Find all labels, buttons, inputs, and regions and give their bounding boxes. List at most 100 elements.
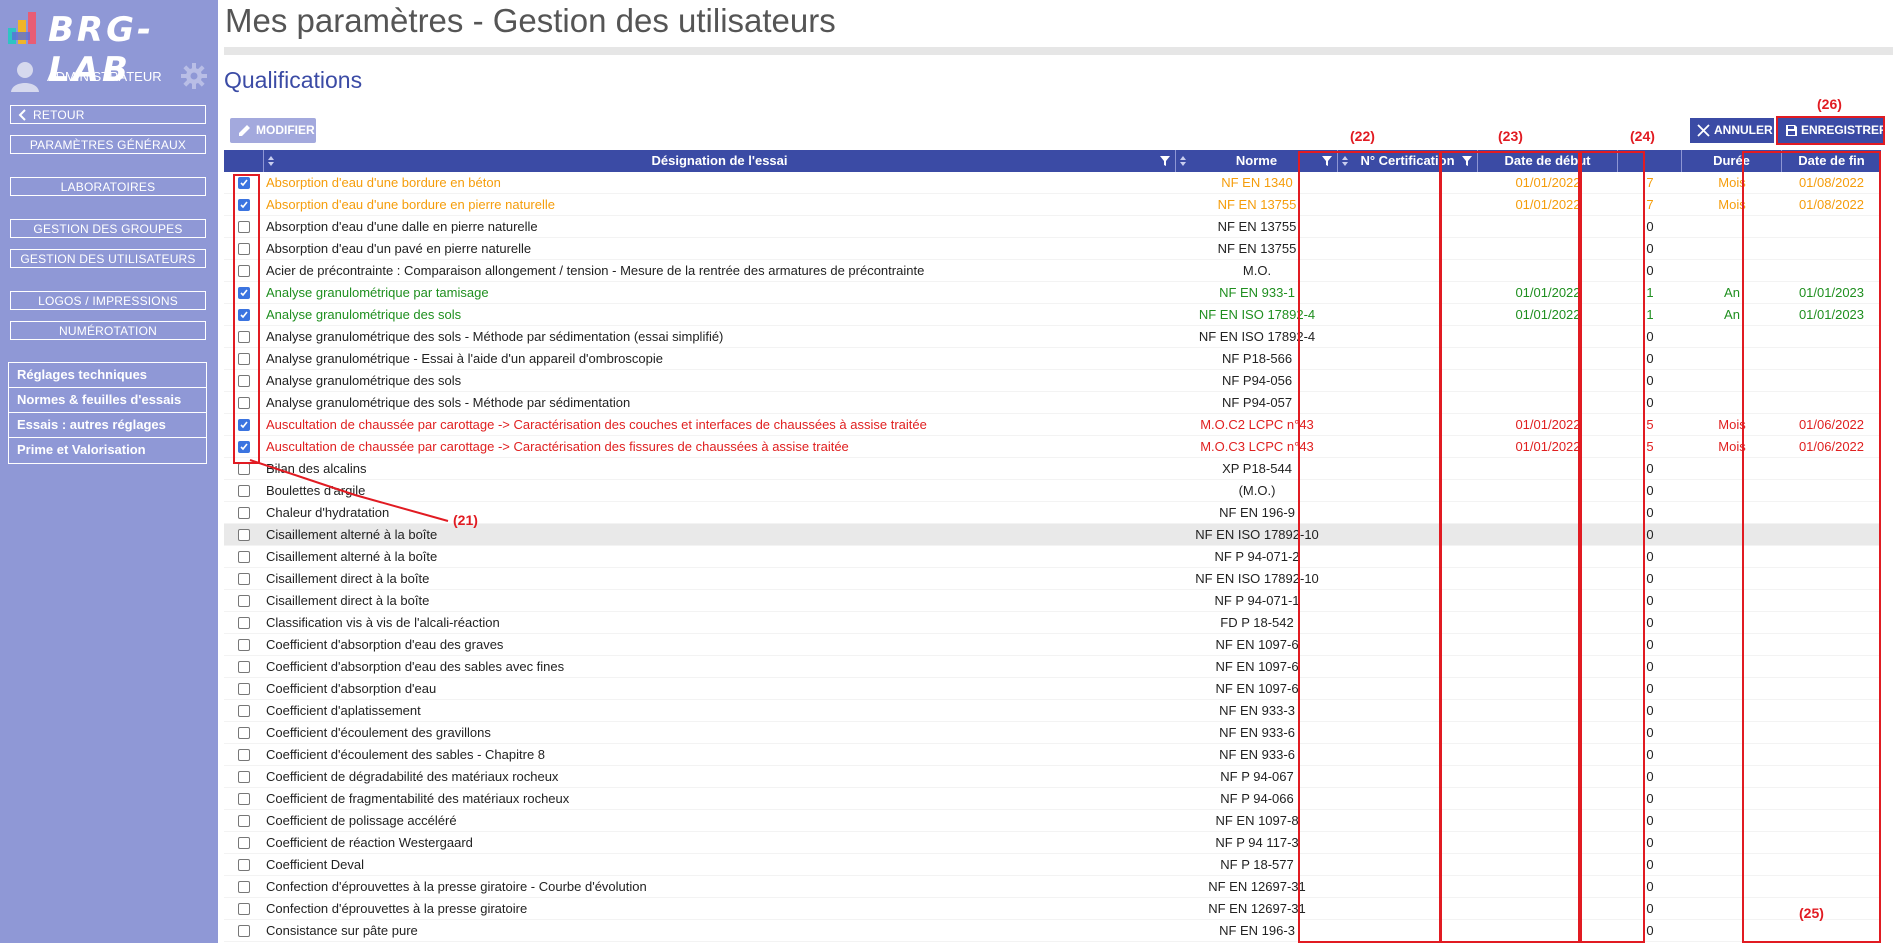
row-checkbox[interactable] bbox=[238, 683, 250, 695]
menu-other-settings[interactable]: Essais : autres réglages bbox=[9, 413, 206, 438]
back-button[interactable]: RETOUR bbox=[10, 105, 206, 124]
row-select-cell bbox=[224, 832, 264, 854]
sort-icon[interactable] bbox=[268, 156, 274, 166]
header-checkbox-column bbox=[224, 150, 264, 172]
cell-designation: Coefficient de polissage accéléré bbox=[266, 813, 457, 828]
title-divider bbox=[224, 47, 1893, 55]
filter-icon[interactable] bbox=[1160, 156, 1170, 166]
cell-designation: Boulettes d'argile bbox=[266, 483, 366, 498]
row-select-cell bbox=[224, 524, 264, 546]
cell-designation: Coefficient d'absorption d'eau bbox=[266, 681, 437, 696]
numbering-button[interactable]: NUMÉROTATION bbox=[10, 321, 206, 340]
row-select-cell bbox=[224, 480, 264, 502]
cell-designation: Analyse granulométrique des sols bbox=[266, 307, 462, 322]
menu-bonus[interactable]: Prime et Valorisation bbox=[9, 438, 206, 463]
cell-designation: Consistance sur pâte pure bbox=[266, 923, 418, 938]
row-select-cell bbox=[224, 656, 264, 678]
groups-button[interactable]: GESTION DES GROUPES bbox=[10, 219, 206, 238]
page-title: Mes paramètres - Gestion des utilisateur… bbox=[225, 2, 836, 39]
cell-designation: Acier de précontrainte : Comparaison all… bbox=[266, 263, 925, 278]
row-checkbox[interactable] bbox=[238, 925, 250, 937]
row-select-cell bbox=[224, 612, 264, 634]
row-checkbox[interactable] bbox=[238, 859, 250, 871]
row-checkbox[interactable] bbox=[238, 771, 250, 783]
laboratories-button[interactable]: LABORATOIRES bbox=[10, 177, 206, 196]
cell-designation: Analyse granulométrique des sols - Métho… bbox=[266, 395, 631, 410]
row-checkbox[interactable] bbox=[238, 903, 250, 915]
annotation-label-22: (22) bbox=[1350, 128, 1375, 144]
cell-designation: Cisaillement alterné à la boîte bbox=[266, 527, 438, 542]
row-checkbox[interactable] bbox=[238, 815, 250, 827]
cell-designation: Confection d'éprouvettes à la presse gir… bbox=[266, 879, 647, 894]
cancel-button[interactable]: ANNULER bbox=[1690, 118, 1774, 143]
annotation-box-25 bbox=[1742, 151, 1881, 943]
row-select-cell bbox=[224, 810, 264, 832]
annotation-label-21: (21) bbox=[453, 512, 478, 528]
row-checkbox[interactable] bbox=[238, 485, 250, 497]
row-checkbox[interactable] bbox=[238, 617, 250, 629]
row-select-cell bbox=[224, 634, 264, 656]
cell-designation: Coefficient d'écoulement des gravillons bbox=[266, 725, 491, 740]
row-checkbox[interactable] bbox=[238, 727, 250, 739]
row-select-cell bbox=[224, 590, 264, 612]
row-checkbox[interactable] bbox=[238, 595, 250, 607]
sidebar: BRG-LAB ADMINISTRATEUR RETOUR PARAMÈTRES… bbox=[0, 0, 218, 943]
row-checkbox[interactable] bbox=[238, 881, 250, 893]
annotation-box-24 bbox=[1580, 151, 1645, 943]
header-designation[interactable]: Désignation de l'essai bbox=[264, 150, 1176, 172]
annotation-label-26: (26) bbox=[1817, 96, 1842, 112]
annotation-box-26 bbox=[1776, 116, 1885, 145]
row-checkbox[interactable] bbox=[238, 551, 250, 563]
user-avatar-icon bbox=[11, 62, 39, 92]
row-checkbox[interactable] bbox=[238, 837, 250, 849]
logo-icon bbox=[8, 12, 36, 44]
annotation-label-23: (23) bbox=[1498, 128, 1523, 144]
back-label: RETOUR bbox=[33, 108, 85, 122]
row-checkbox[interactable] bbox=[238, 793, 250, 805]
header-norme-label: Norme bbox=[1235, 153, 1278, 168]
cell-designation: Coefficient de réaction Westergaard bbox=[266, 835, 473, 850]
logos-button[interactable]: LOGOS / IMPRESSIONS bbox=[10, 291, 206, 310]
cell-designation: Auscultation de chaussée par carottage -… bbox=[266, 417, 927, 432]
cell-designation: Coefficient de dégradabilité des matéria… bbox=[266, 769, 559, 784]
header-designation-label: Désignation de l'essai bbox=[651, 153, 788, 168]
row-select-cell bbox=[224, 788, 264, 810]
technical-menu: Réglages techniques Normes & feuilles d'… bbox=[8, 362, 207, 464]
cell-designation: Absorption d'eau d'une bordure en pierre… bbox=[266, 197, 555, 212]
cell-designation: Analyse granulométrique des sols bbox=[266, 373, 462, 388]
cell-designation: Analyse granulométrique par tamisage bbox=[266, 285, 489, 300]
general-settings-button[interactable]: PARAMÈTRES GÉNÉRAUX bbox=[10, 135, 206, 154]
cell-designation: Confection d'éprouvettes à la presse gir… bbox=[266, 901, 528, 916]
row-select-cell bbox=[224, 876, 264, 898]
menu-technical-settings[interactable]: Réglages techniques bbox=[9, 363, 206, 388]
cell-designation: Absorption d'eau d'une bordure en béton bbox=[266, 175, 501, 190]
row-checkbox[interactable] bbox=[238, 529, 250, 541]
modify-button[interactable]: MODIFIER bbox=[230, 118, 316, 143]
user-name: ADMINISTRATEUR bbox=[47, 69, 162, 84]
gear-icon[interactable] bbox=[180, 62, 208, 90]
row-select-cell bbox=[224, 898, 264, 920]
cell-designation: Chaleur d'hydratation bbox=[266, 505, 390, 520]
cell-designation: Bilan des alcalins bbox=[266, 461, 367, 476]
row-checkbox[interactable] bbox=[238, 749, 250, 761]
menu-norms[interactable]: Normes & feuilles d'essais bbox=[9, 388, 206, 413]
sort-icon[interactable] bbox=[1180, 156, 1186, 166]
section-title: Qualifications bbox=[224, 67, 363, 93]
cell-designation: Classification vis à vis de l'alcali-réa… bbox=[266, 615, 500, 630]
row-checkbox[interactable] bbox=[238, 573, 250, 585]
users-button[interactable]: GESTION DES UTILISATEURS bbox=[10, 249, 206, 268]
row-select-cell bbox=[224, 502, 264, 524]
row-checkbox[interactable] bbox=[238, 463, 250, 475]
cell-designation: Coefficient Deval bbox=[266, 857, 365, 872]
row-select-cell bbox=[224, 920, 264, 942]
row-select-cell bbox=[224, 766, 264, 788]
cell-designation: Cisaillement alterné à la boîte bbox=[266, 549, 438, 564]
modify-label: MODIFIER bbox=[256, 123, 315, 137]
cell-designation: Coefficient de fragmentabilité des matér… bbox=[266, 791, 570, 806]
row-checkbox[interactable] bbox=[238, 661, 250, 673]
cell-designation: Coefficient d'écoulement des sables - Ch… bbox=[266, 747, 546, 762]
row-checkbox[interactable] bbox=[238, 705, 250, 717]
row-checkbox[interactable] bbox=[238, 639, 250, 651]
row-checkbox[interactable] bbox=[238, 507, 250, 519]
cell-designation: Analyse granulométrique - Essai à l'aide… bbox=[266, 351, 663, 366]
